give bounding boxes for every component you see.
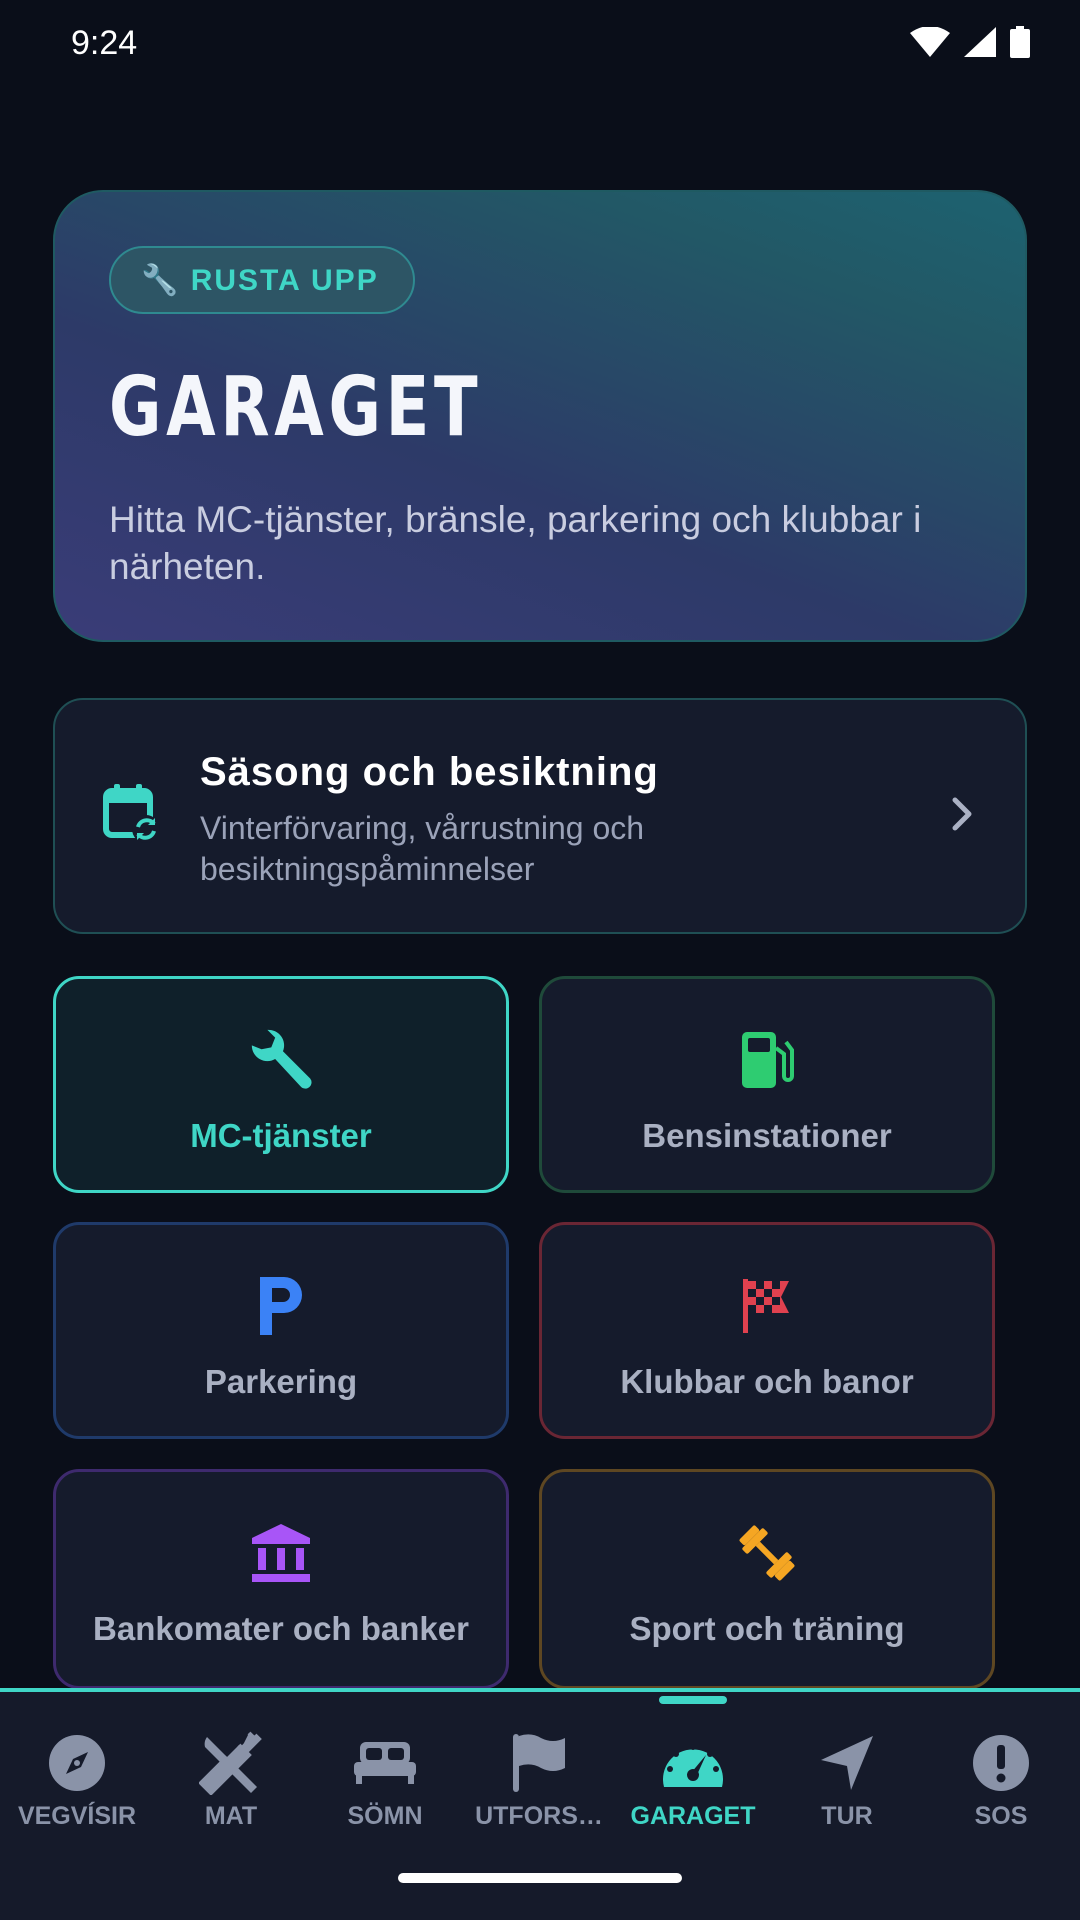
active-tab-indicator [659,1696,727,1704]
tile-label: Parkering [204,1363,358,1400]
season-title: Säsong och besiktning [200,750,659,794]
dumbbell-icon [732,1518,802,1588]
chevron-right-icon [951,796,973,837]
status-time: 9:24 [71,24,138,62]
nav-label: MAT [204,1802,258,1830]
tile-label: Sport och träning [629,1610,905,1647]
signal-icon [964,27,996,57]
alert-icon [924,1730,1078,1796]
nav-label: VEGVÍSIR [17,1802,137,1830]
bed-icon [308,1730,462,1796]
fuel-pump-icon [732,1025,802,1095]
parking-icon [246,1271,316,1341]
tile-atms-banks[interactable]: Bankomater och banker [53,1469,509,1689]
home-indicator[interactable] [398,1873,682,1883]
checkered-flag-icon [732,1271,802,1341]
nav-item-somn[interactable]: SÖMN [308,1730,462,1831]
nav-label: UTFORS… [475,1802,603,1830]
calendar-sync-icon [102,782,160,849]
nav-item-sos[interactable]: SOS [924,1730,1078,1831]
nav-label: TUR [821,1802,873,1830]
tile-label: MC-tjänster [190,1117,372,1154]
compass-icon [0,1730,154,1796]
wifi-icon [910,27,950,57]
tile-clubs-tracks[interactable]: Klubbar och banor [539,1222,995,1439]
flag-icon [462,1730,616,1796]
status-icons [910,26,1030,58]
battery-icon [1010,26,1030,58]
page-title: GARAGET [109,360,483,455]
tile-parking[interactable]: Parkering [53,1222,509,1439]
tile-mc-services[interactable]: MC-tjänster [53,976,509,1193]
tile-label: Bankomater och banker [93,1610,469,1647]
tile-fuel-stations[interactable]: Bensinstationer [539,976,995,1193]
wrench-icon [246,1025,316,1095]
navigation-arrow-icon [770,1730,924,1796]
tile-label: Bensinstationer [642,1117,892,1154]
hero-description: Hitta MC-tjänster, bränsle, parkering oc… [109,499,922,587]
speedometer-icon [616,1730,770,1796]
nav-item-utforska[interactable]: UTFORS… [462,1730,616,1831]
nav-item-garaget[interactable]: GARAGET [616,1730,770,1831]
nav-item-tur[interactable]: TUR [770,1730,924,1831]
nav-label: SÖMN [347,1802,423,1830]
utensils-icon [154,1730,308,1796]
nav-label: SOS [974,1802,1028,1830]
bottom-navigation: VEGVÍSIR MAT SÖMN UTFORS… GARAGET TUR SO… [0,1688,1080,1920]
status-bar: 9:24 [0,0,1080,90]
nav-label: GARAGET [630,1802,756,1830]
nav-item-vegvisir[interactable]: VEGVÍSIR [0,1730,154,1831]
bank-icon [246,1518,316,1588]
season-inspection-card[interactable]: Säsong och besiktning Vinterförvaring, v… [53,698,1027,934]
garage-hero-card: 🔧 RUSTA UPP GARAGET Hitta MC-tjänster, b… [53,190,1027,642]
tile-label: Klubbar och banor [620,1363,914,1400]
rusta-upp-chip: 🔧 RUSTA UPP [109,246,415,314]
season-subtitle: Vinterförvaring, vårrustning och besiktn… [200,810,645,887]
tile-sport-training[interactable]: Sport och träning [539,1469,995,1689]
chip-label: 🔧 RUSTA UPP [141,263,379,297]
nav-item-mat[interactable]: MAT [154,1730,308,1831]
